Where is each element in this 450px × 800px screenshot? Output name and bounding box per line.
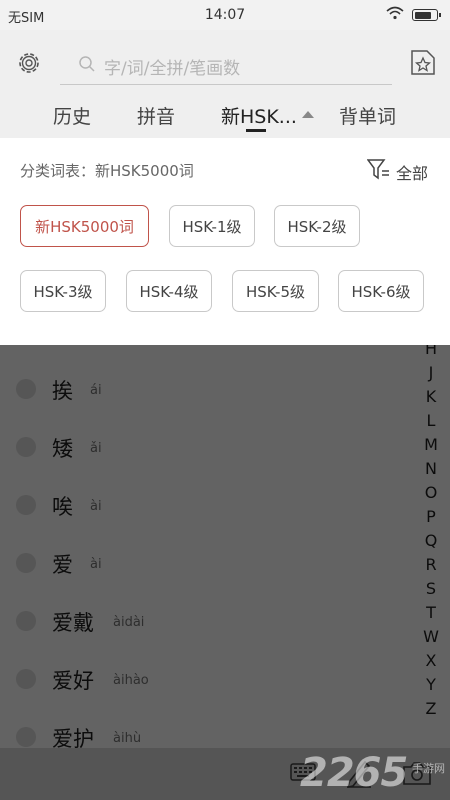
list-item[interactable]: 爱护 àihù bbox=[0, 709, 400, 748]
select-circle-icon[interactable] bbox=[16, 669, 36, 689]
tab-hsk[interactable]: 新HSK... bbox=[221, 102, 297, 129]
select-circle-icon[interactable] bbox=[16, 553, 36, 573]
tab-active-indicator bbox=[246, 129, 266, 132]
index-letter[interactable]: S bbox=[418, 579, 444, 598]
caret-up-icon[interactable] bbox=[302, 111, 314, 118]
watermark-sub: 手游网 bbox=[412, 762, 445, 775]
word-pinyin: àihào bbox=[113, 673, 149, 688]
chip-hsk5000[interactable]: 新HSK5000词 bbox=[20, 205, 149, 247]
select-circle-icon[interactable] bbox=[16, 437, 36, 457]
chip-hsk1[interactable]: HSK-1级 bbox=[169, 205, 255, 247]
chip-hsk4[interactable]: HSK-4级 bbox=[126, 270, 212, 312]
word-text: 唉 bbox=[52, 495, 73, 519]
list-item[interactable]: 爱戴 àidài bbox=[0, 593, 400, 649]
chip-hsk3[interactable]: HSK-3级 bbox=[20, 270, 106, 312]
index-letter[interactable]: X bbox=[418, 651, 444, 670]
index-letter[interactable]: N bbox=[418, 459, 444, 478]
word-pinyin: ài bbox=[90, 499, 102, 514]
category-title: 分类词表：新HSK5000词 bbox=[20, 162, 194, 180]
filter-icon[interactable] bbox=[366, 158, 391, 180]
status-bar: 无SIM 14:07 bbox=[0, 0, 450, 30]
gear-icon[interactable] bbox=[16, 50, 42, 76]
word-text: 矮 bbox=[52, 437, 73, 461]
word-pinyin: ái bbox=[90, 383, 102, 398]
search-icon bbox=[78, 55, 96, 73]
select-circle-icon[interactable] bbox=[16, 611, 36, 631]
search-input[interactable]: 字/词/全拼/笔画数 bbox=[60, 44, 392, 85]
index-letter[interactable]: O bbox=[418, 483, 444, 502]
chip-hsk5[interactable]: HSK-5级 bbox=[232, 270, 319, 312]
index-letter[interactable]: Q bbox=[418, 531, 444, 550]
index-letter[interactable]: P bbox=[418, 507, 444, 526]
tab-pinyin[interactable]: 拼音 bbox=[137, 102, 175, 129]
tab-history[interactable]: 历史 bbox=[53, 102, 91, 129]
index-letter[interactable]: M bbox=[418, 435, 444, 454]
list-item[interactable]: 挨 ái bbox=[0, 361, 400, 417]
word-pinyin: ǎi bbox=[90, 441, 102, 456]
index-letter[interactable]: K bbox=[418, 387, 444, 406]
battery-icon bbox=[412, 9, 441, 21]
select-circle-icon[interactable] bbox=[16, 379, 36, 399]
word-text: 爱 bbox=[52, 553, 73, 577]
index-letter[interactable]: Z bbox=[418, 699, 444, 718]
search-placeholder: 字/词/全拼/笔画数 bbox=[104, 59, 241, 79]
index-letter[interactable]: T bbox=[418, 603, 444, 622]
list-item[interactable]: 矮 ǎi bbox=[0, 419, 400, 475]
index-letter[interactable]: J bbox=[418, 363, 444, 382]
index-letter[interactable]: H bbox=[418, 345, 444, 358]
word-pinyin: àihù bbox=[113, 731, 142, 746]
word-text: 爱好 bbox=[52, 669, 94, 693]
favorites-icon[interactable] bbox=[410, 48, 436, 76]
filter-all-label[interactable]: 全部 bbox=[396, 160, 428, 184]
index-letter[interactable]: R bbox=[418, 555, 444, 574]
category-panel: 分类词表：新HSK5000词 全部 新HSK5000词 HSK-1级 HSK-2… bbox=[0, 138, 450, 345]
word-list: 挨 ái 矮 ǎi 唉 ài 爱 ài 爱戴 àidài 爱好 àihào 爱护… bbox=[0, 345, 450, 748]
word-pinyin: àidài bbox=[113, 615, 145, 630]
select-circle-icon[interactable] bbox=[16, 495, 36, 515]
index-letter[interactable]: W bbox=[418, 627, 444, 646]
tab-bar: 历史 拼音 新HSK... 背单词 bbox=[0, 96, 450, 138]
word-text: 爱戴 bbox=[52, 611, 94, 635]
tab-vocab[interactable]: 背单词 bbox=[339, 102, 396, 129]
index-letter[interactable]: L bbox=[418, 411, 444, 430]
word-text: 爱护 bbox=[52, 727, 94, 748]
list-item[interactable]: 爱好 àihào bbox=[0, 651, 400, 707]
word-text: 挨 bbox=[52, 379, 73, 403]
chip-hsk6[interactable]: HSK-6级 bbox=[338, 270, 424, 312]
word-pinyin: ài bbox=[90, 557, 102, 572]
list-item[interactable]: 爱 ài bbox=[0, 535, 400, 591]
wifi-icon bbox=[386, 6, 404, 24]
watermark-logo: 2265 bbox=[300, 750, 408, 796]
select-circle-icon[interactable] bbox=[16, 727, 36, 747]
chip-hsk2[interactable]: HSK-2级 bbox=[274, 205, 360, 247]
header: 字/词/全拼/笔画数 历史 拼音 新HSK... 背单词 bbox=[0, 30, 450, 138]
index-letter[interactable]: Y bbox=[418, 675, 444, 694]
status-time: 14:07 bbox=[204, 7, 246, 23]
list-item[interactable]: 唉 ài bbox=[0, 477, 400, 533]
